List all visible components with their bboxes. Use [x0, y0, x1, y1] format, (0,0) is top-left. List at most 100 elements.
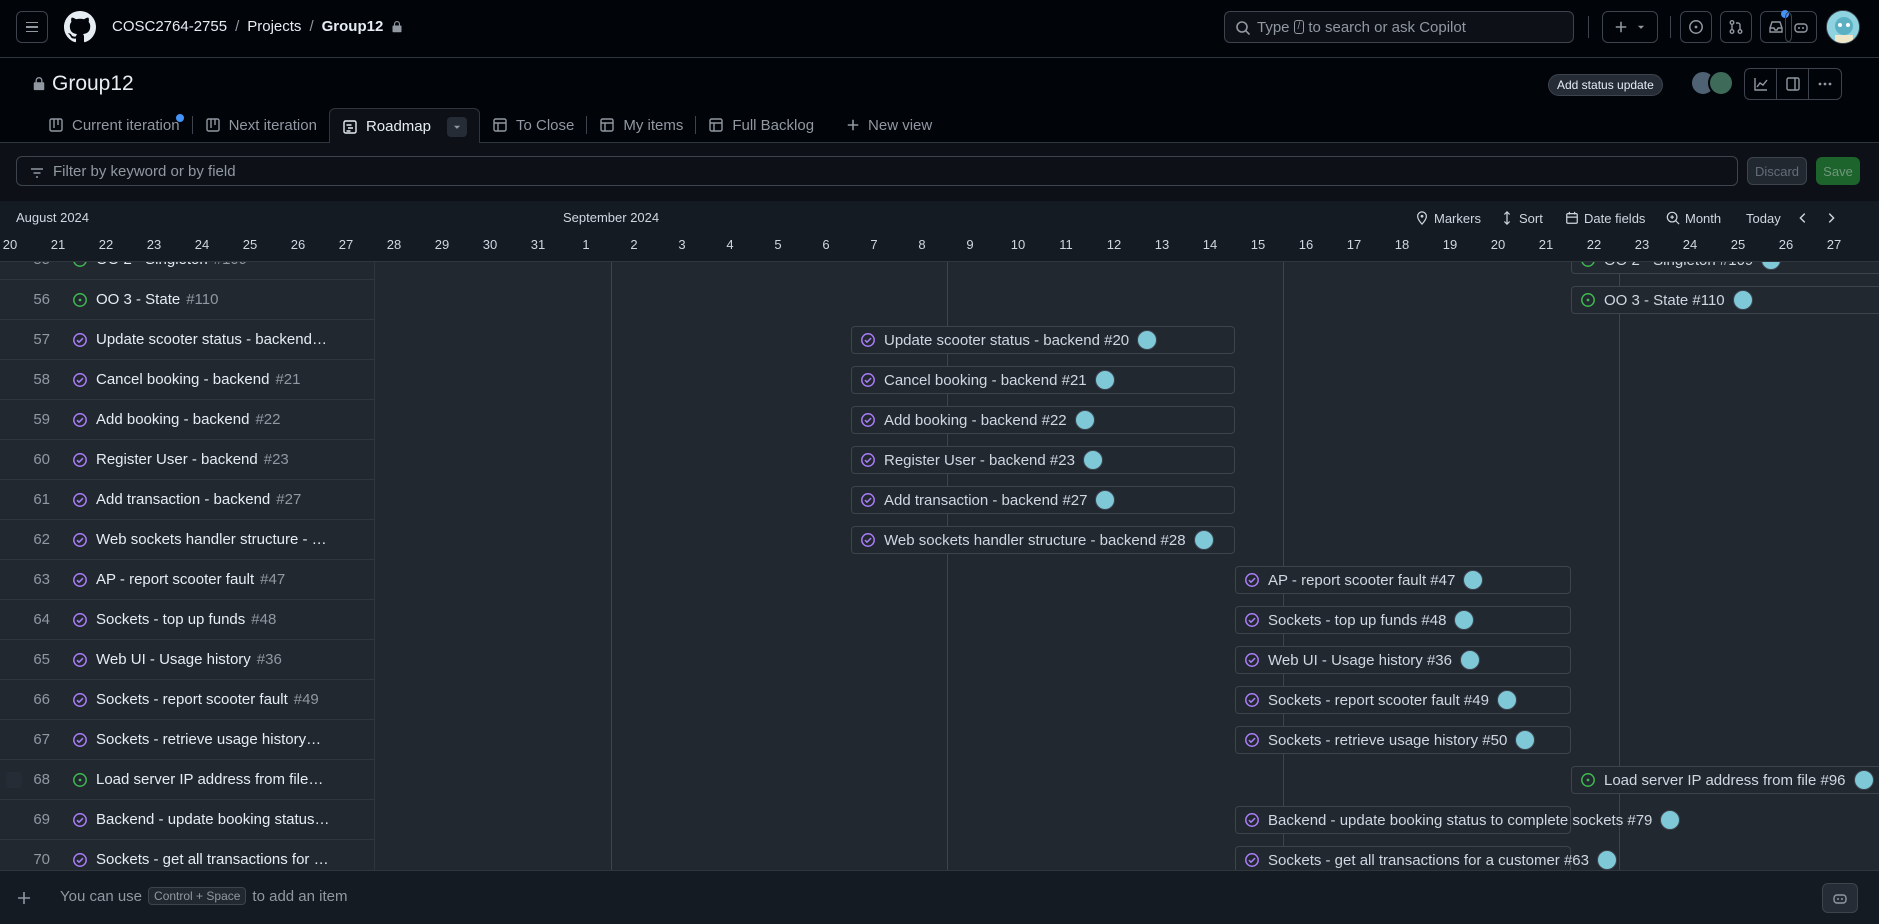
table-row[interactable]: 70 Sockets - get all transactions for a..… [0, 840, 375, 870]
timeline-bar[interactable]: OO 3 - State #110 [1571, 286, 1879, 314]
tab-roadmap[interactable]: Roadmap [328, 108, 480, 144]
table-row[interactable]: 66 Sockets - report scooter fault #49 [0, 680, 375, 720]
more-options-button[interactable] [1809, 69, 1841, 99]
row-title[interactable]: Backend - update booking status ...#79 [96, 811, 330, 828]
view-options-button[interactable] [446, 116, 467, 137]
row-title[interactable]: Web sockets handler structure - b...#28 [96, 531, 330, 548]
table-row[interactable]: 55 OO 2 - Singleton #109 [0, 262, 375, 280]
markers-button[interactable]: Markers [1415, 207, 1481, 229]
today-button[interactable]: Today [1746, 207, 1781, 229]
tab-new-view[interactable]: New view [834, 108, 944, 142]
assignee-avatar[interactable] [1095, 490, 1116, 510]
assignee-avatar[interactable] [1596, 850, 1617, 870]
table-row[interactable]: 59 Add booking - backend #22 [0, 400, 375, 440]
previous-button[interactable] [1796, 207, 1810, 229]
timeline-bar[interactable]: Sockets - retrieve usage history #50 [1235, 726, 1571, 754]
breadcrumb-projects[interactable]: Projects [247, 18, 301, 35]
table-row[interactable]: 56 OO 3 - State #110 [0, 280, 375, 320]
timeline-bar[interactable]: Sockets - get all transactions for a cus… [1235, 846, 1617, 870]
date-fields-button[interactable]: Date fields [1565, 207, 1645, 229]
search-input[interactable]: Type / to search or ask Copilot [1224, 11, 1574, 43]
table-row[interactable]: 60 Register User - backend #23 [0, 440, 375, 480]
search-icon [1236, 21, 1251, 36]
assignee-avatar[interactable] [1074, 410, 1095, 430]
user-avatar[interactable] [1826, 10, 1860, 44]
tab-current-iteration[interactable]: Current iteration [36, 108, 192, 142]
pull-requests-button[interactable] [1720, 11, 1752, 43]
timeline-bar[interactable]: Backend - update booking status to compl… [1235, 806, 1681, 834]
sort-button[interactable]: Sort [1500, 207, 1543, 229]
copilot-chat-button[interactable] [1822, 883, 1858, 913]
table-row[interactable]: 69 Backend - update booking status ...#79 [0, 800, 375, 840]
row-title[interactable]: Load server IP address from file#96 [96, 771, 330, 788]
timeline-bar[interactable]: Update scooter status - backend #20 [851, 326, 1235, 354]
table-row[interactable]: 63 AP - report scooter fault #47 [0, 560, 375, 600]
table-row[interactable]: 65 Web UI - Usage history #36 [0, 640, 375, 680]
breadcrumb-org[interactable]: COSC2764-2755 [112, 18, 227, 35]
timeline-bar[interactable]: Web UI - Usage history #36 [1235, 646, 1571, 674]
zoom-button[interactable]: Month [1666, 207, 1721, 229]
tab-to-close[interactable]: To Close [480, 108, 586, 142]
timeline-bar[interactable]: Sockets - report scooter fault #49 [1235, 686, 1571, 714]
row-title[interactable]: Cancel booking - backend #21 [96, 371, 300, 388]
assignee-avatar[interactable] [1459, 650, 1480, 670]
side-panel-button[interactable] [1777, 69, 1809, 99]
row-title[interactable]: OO 2 - Singleton #109 [96, 262, 247, 268]
timeline-bar[interactable]: Cancel booking - backend #21 [851, 366, 1235, 394]
assignee-avatar[interactable] [1853, 770, 1874, 790]
tab-full-backlog[interactable]: Full Backlog [696, 108, 826, 142]
assignee-avatar[interactable] [1137, 330, 1158, 350]
table-row[interactable]: 61 Add transaction - backend #27 [0, 480, 375, 520]
row-title[interactable]: OO 3 - State #110 [96, 291, 218, 308]
row-title[interactable]: Add booking - backend #22 [96, 411, 280, 428]
filter-input[interactable]: Filter by keyword or by field [16, 156, 1738, 186]
timeline-bar[interactable]: AP - report scooter fault #47 [1235, 566, 1571, 594]
timeline-bar[interactable]: Load server IP address from file #96 [1571, 766, 1879, 794]
assignee-avatar[interactable] [1193, 530, 1214, 550]
menu-button[interactable] [16, 11, 48, 43]
table-row[interactable]: 64 Sockets - top up funds #48 [0, 600, 375, 640]
timeline-bar[interactable]: Sockets - top up funds #48 [1235, 606, 1571, 634]
row-title[interactable]: Web UI - Usage history #36 [96, 651, 282, 668]
assignee-avatar[interactable] [1732, 290, 1753, 310]
assignee-avatar[interactable] [1496, 690, 1517, 710]
add-item-row[interactable]: You can use Control + Space to add an it… [0, 870, 1879, 924]
tab-my-items[interactable]: My items [587, 108, 695, 142]
timeline-bar[interactable]: Web sockets handler structure - backend … [851, 526, 1235, 554]
assignee-avatar[interactable] [1094, 370, 1115, 390]
timeline-bar[interactable]: OO 2 - Singleton #109 [1571, 262, 1879, 274]
tab-next-iteration[interactable]: Next iteration [193, 108, 329, 142]
row-title[interactable]: Sockets - top up funds #48 [96, 611, 276, 628]
assignee-avatar[interactable] [1660, 810, 1681, 830]
table-row[interactable]: 67 Sockets - retrieve usage history#50 [0, 720, 375, 760]
timeline-bar[interactable]: Register User - backend #23 [851, 446, 1235, 474]
assignee-avatar[interactable] [1761, 262, 1782, 270]
row-title[interactable]: Sockets - report scooter fault #49 [96, 691, 319, 708]
table-row[interactable]: 62 Web sockets handler structure - b...#2… [0, 520, 375, 560]
save-button[interactable]: Save [1816, 157, 1860, 185]
add-status-update-button[interactable]: Add status update [1548, 74, 1663, 96]
discard-button[interactable]: Discard [1747, 157, 1807, 185]
assignee-avatar[interactable] [1082, 450, 1103, 470]
breadcrumb-project[interactable]: Group12 [322, 18, 384, 35]
issues-button[interactable] [1680, 11, 1712, 43]
row-title[interactable]: Register User - backend #23 [96, 451, 289, 468]
insights-button[interactable] [1745, 69, 1777, 99]
copilot-button[interactable] [1785, 11, 1817, 43]
assignee-avatar[interactable] [1463, 570, 1484, 590]
timeline-bar[interactable]: Add transaction - backend #27 [851, 486, 1235, 514]
create-new-button[interactable] [1602, 11, 1658, 43]
row-title[interactable]: Update scooter status - backend#20 [96, 331, 330, 348]
row-title[interactable]: AP - report scooter fault #47 [96, 571, 285, 588]
github-logo-icon[interactable] [64, 11, 96, 43]
table-row[interactable]: 57 Update scooter status - backend#20 [0, 320, 375, 360]
row-title[interactable]: Sockets - retrieve usage history#50 [96, 731, 330, 748]
row-title[interactable]: Add transaction - backend #27 [96, 491, 301, 508]
table-row[interactable]: 68 Load server IP address from file#96 [0, 760, 375, 800]
next-button[interactable] [1824, 207, 1838, 229]
assignee-avatar[interactable] [1454, 610, 1475, 630]
assignee-avatar[interactable] [1515, 730, 1536, 750]
timeline-bar[interactable]: Add booking - backend #22 [851, 406, 1235, 434]
row-title[interactable]: Sockets - get all transactions for a...#… [96, 851, 330, 868]
table-row[interactable]: 58 Cancel booking - backend #21 [0, 360, 375, 400]
